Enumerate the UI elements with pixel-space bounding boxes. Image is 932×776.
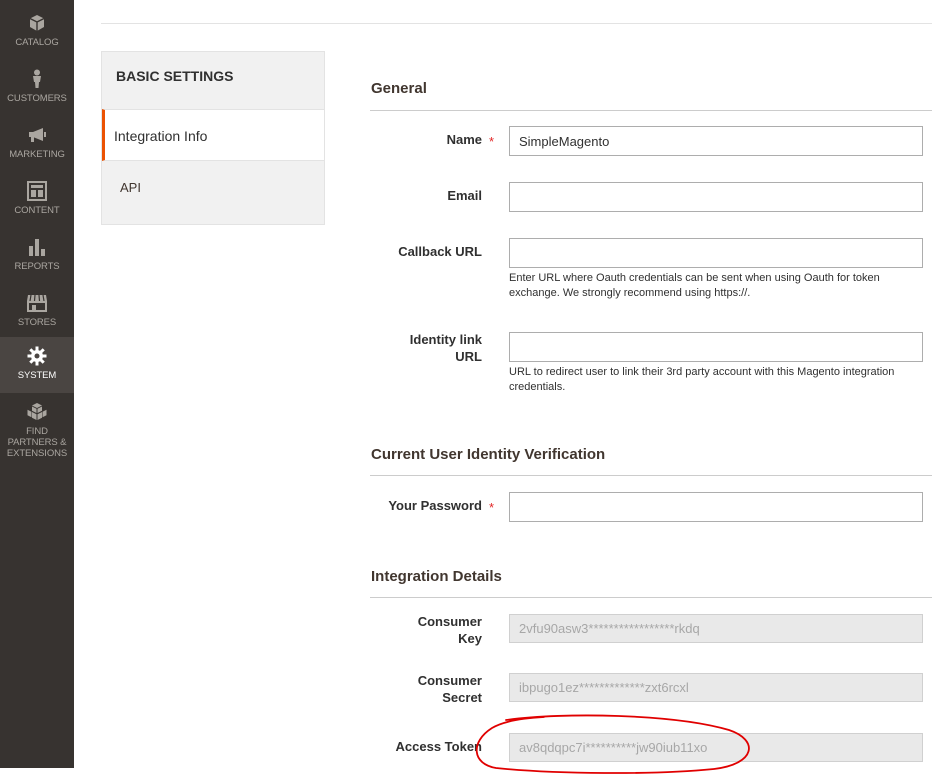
consumer-secret-input — [509, 673, 923, 702]
nav-label: REPORTS — [14, 261, 60, 272]
password-input[interactable] — [509, 492, 923, 522]
email-input[interactable] — [509, 182, 923, 212]
settings-tabs-panel: BASIC SETTINGS Integration Info API — [101, 51, 325, 225]
identity-link-label: Identity link URL — [370, 331, 482, 365]
cubes-icon — [26, 401, 48, 423]
megaphone-icon — [26, 124, 48, 146]
nav-label: SYSTEM — [17, 370, 57, 381]
required-asterisk: * — [489, 500, 495, 515]
nav-label: MARKETING — [9, 149, 65, 160]
tab-integration-info[interactable]: Integration Info — [102, 109, 324, 161]
identity-link-note: URL to redirect user to link their 3rd p… — [509, 366, 895, 393]
box-icon — [26, 12, 48, 34]
name-label: Name — [446, 132, 482, 147]
section-divider — [370, 597, 932, 598]
nav-label: FIND PARTNERS & EXTENSIONS — [6, 426, 68, 459]
nav-marketing[interactable]: MARKETING — [0, 116, 74, 172]
section-divider — [370, 475, 932, 476]
identity-link-label-line1: Identity link — [409, 332, 482, 347]
access-token-input — [509, 733, 923, 762]
storefront-icon — [26, 292, 48, 314]
admin-sidebar: CATALOG CUSTOMERS MARKETING CONTENT REPO… — [0, 0, 74, 768]
nav-label: CUSTOMERS — [7, 93, 67, 104]
consumer-secret-label-line1: Consumer — [417, 673, 482, 688]
callback-url-label: Callback URL — [398, 244, 482, 259]
nav-catalog[interactable]: CATALOG — [0, 4, 74, 60]
section-title-verification: Current User Identity Verification — [371, 446, 606, 463]
consumer-key-label: Consumer Key — [370, 613, 482, 647]
nav-find-partners[interactable]: FIND PARTNERS & EXTENSIONS — [0, 393, 74, 463]
nav-system[interactable]: SYSTEM — [0, 337, 74, 393]
section-title-general: General — [371, 80, 427, 97]
password-label: Your Password — [388, 498, 482, 513]
consumer-secret-label-line2: Secret — [442, 690, 482, 705]
access-token-label: Access Token — [395, 739, 482, 754]
page-header-strip — [101, 0, 932, 24]
required-asterisk: * — [489, 134, 495, 149]
nav-reports[interactable]: REPORTS — [0, 228, 74, 284]
email-label: Email — [447, 188, 482, 203]
consumer-key-input — [509, 614, 923, 643]
nav-content[interactable]: CONTENT — [0, 172, 74, 228]
nav-stores[interactable]: STORES — [0, 284, 74, 340]
person-icon — [26, 68, 48, 90]
bar-chart-icon — [26, 236, 48, 258]
consumer-key-label-line2: Key — [458, 631, 482, 646]
section-divider — [370, 110, 932, 111]
nav-label: CONTENT — [14, 205, 60, 216]
consumer-key-label-line1: Consumer — [417, 614, 482, 629]
tabs-title: BASIC SETTINGS — [116, 68, 234, 84]
identity-link-label-line2: URL — [455, 349, 482, 364]
nav-label: CATALOG — [15, 37, 59, 48]
nav-customers[interactable]: CUSTOMERS — [0, 60, 74, 116]
tab-api[interactable]: API — [102, 162, 324, 214]
name-input[interactable] — [509, 126, 923, 156]
consumer-secret-label: Consumer Secret — [370, 672, 482, 706]
nav-label: STORES — [17, 317, 57, 328]
callback-url-input[interactable] — [509, 238, 923, 268]
identity-link-url-input[interactable] — [509, 332, 923, 362]
layout-icon — [26, 180, 48, 202]
section-title-integration-details: Integration Details — [371, 568, 502, 585]
gear-icon — [26, 345, 48, 367]
callback-url-note: Enter URL where Oauth credentials can be… — [509, 272, 880, 299]
